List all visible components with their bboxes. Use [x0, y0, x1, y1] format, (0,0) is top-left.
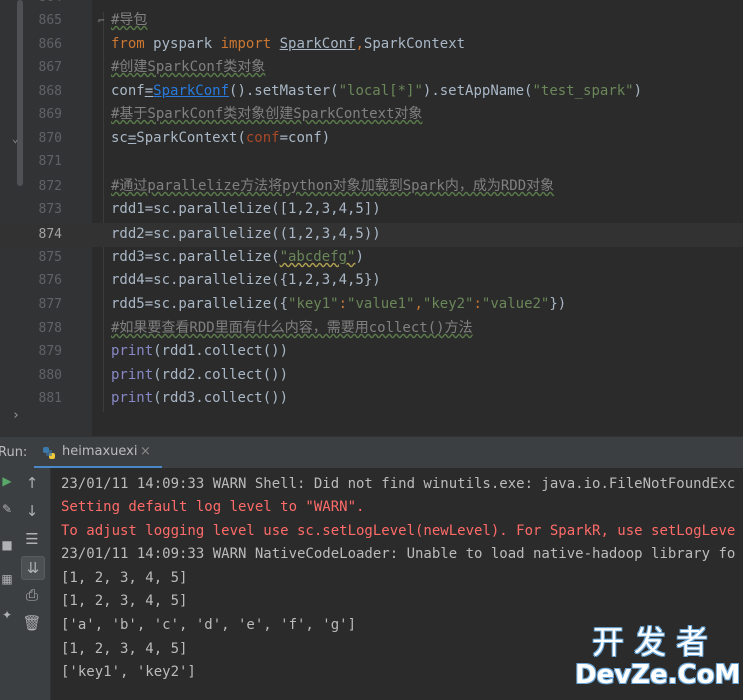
code-line-comment[interactable]: #创建SparkConf类对象 [111, 56, 265, 80]
line-number: 878 [38, 321, 62, 336]
python-file-icon [43, 447, 55, 459]
soft-wrap-icon[interactable]: ☰ [21, 528, 43, 550]
line-number: 881 [38, 391, 62, 406]
code-line-comment[interactable]: #通过parallelize方法将python对象加载到Spark内，成为RDD… [111, 175, 554, 199]
console-line: ['key1', 'key2'] [61, 664, 196, 680]
code-line-print1[interactable]: print(rdd1.collect()) [111, 340, 288, 364]
console-line: [1, 2, 3, 4, 5] [61, 593, 188, 609]
line-number: 865 [38, 13, 62, 28]
line-number: 872 [38, 179, 62, 194]
code-line-rdd2[interactable]: rdd2=sc.parallelize((1,2,3,4,5)) [111, 223, 381, 247]
line-number: 867 [38, 60, 62, 75]
code-line-print3[interactable]: print(rdd3.collect()) [111, 387, 288, 411]
run-icon[interactable]: ▶ [0, 474, 14, 488]
code-line-print2[interactable]: print(rdd2.collect()) [111, 364, 288, 388]
line-number: 873 [38, 202, 62, 217]
code-line-rdd1[interactable]: rdd1=sc.parallelize([1,2,3,4,5]) [111, 198, 381, 222]
layout-icon[interactable]: ▦ [0, 572, 14, 586]
line-number: 869 [38, 107, 62, 122]
run-console[interactable]: ▶ ✎ ■ ▦ ✦ ↑ ↓ ☰ ⇊ ⎙ 🗑 23/01/11 14:09:33 … [0, 468, 743, 700]
code-line-import[interactable]: from pyspark import SparkConf,SparkConte… [111, 33, 465, 57]
code-line-sc[interactable]: sc=SparkContext(conf=conf) [111, 127, 330, 151]
fold-collapse-icon[interactable]: ⌄ [12, 127, 19, 151]
line-number: 875 [38, 250, 62, 265]
arrow-up-icon[interactable]: ↑ [21, 472, 43, 494]
code-editor[interactable]: 864 865 ⌐ #导包 866 from pyspark import Sp… [0, 0, 743, 436]
console-line: 23/01/11 14:09:33 WARN NativeCodeLoader:… [61, 546, 736, 562]
line-number: 880 [38, 368, 62, 383]
console-line-error: To adjust logging level use sc.setLogLev… [61, 523, 736, 539]
line-number: 879 [38, 344, 62, 359]
left-tool-strip: ▶ ✎ ■ ▦ ✦ [0, 468, 14, 700]
arrow-down-icon[interactable]: ↓ [21, 500, 43, 522]
code-line-rdd4[interactable]: rdd4=sc.parallelize({1,2,3,4,5}) [111, 269, 381, 293]
wrench-icon[interactable]: ✎ [0, 502, 14, 516]
code-line-comment[interactable]: #如果要查看RDD里面有什么内容，需要用collect()方法 [111, 317, 473, 341]
fold-marker-icon[interactable]: ⌐ [98, 9, 105, 33]
line-number-current: 874 [38, 227, 62, 242]
code-line-rdd3[interactable]: rdd3=sc.parallelize("abcdefg") [111, 246, 364, 270]
console-line: ['a', 'b', 'c', 'd', 'e', 'f', 'g'] [61, 617, 357, 633]
console-toolbar: ↑ ↓ ☰ ⇊ ⎙ 🗑 [14, 468, 51, 700]
line-number: 868 [38, 84, 62, 99]
code-line-rdd5[interactable]: rdd5=sc.parallelize({"key1":"value1","ke… [111, 293, 566, 317]
run-toolbar: Run: heimaxuexi × [0, 436, 743, 469]
console-line: 23/01/11 14:09:33 WARN Shell: Did not fi… [61, 476, 736, 492]
watermark-logo: 开发者 DevZe.CoM [575, 623, 741, 690]
code-line-comment[interactable]: #导包 [111, 9, 147, 33]
code-line-conf[interactable]: conf=SparkConf().setMaster("local[*]").s… [111, 80, 642, 104]
tab-heimaxuexi[interactable]: heimaxuexi × [34, 437, 162, 469]
scroll-to-end-icon[interactable]: ⇊ [21, 556, 45, 580]
line-number: 876 [38, 273, 62, 288]
tab-label: heimaxuexi [62, 444, 138, 459]
trash-icon[interactable]: 🗑 [21, 612, 43, 634]
close-icon[interactable]: × [140, 444, 151, 459]
console-line-error: Setting default log level to "WARN". [61, 499, 365, 515]
run-label: Run: [0, 445, 28, 460]
line-number: 871 [38, 154, 62, 169]
indent-guide [103, 12, 104, 412]
sparkconf-link[interactable]: SparkConf [153, 83, 229, 99]
code-line-comment[interactable]: #基于SparkConf类对象创建SparkContext对象 [111, 103, 422, 127]
editor-scroll-thumb[interactable] [17, 0, 23, 186]
console-line: [1, 2, 3, 4, 5] [61, 570, 188, 586]
print-icon[interactable]: ⎙ [21, 584, 43, 606]
line-number: 866 [38, 37, 62, 52]
line-number: 870 [38, 131, 62, 146]
expand-panel-chevron-icon[interactable]: › [12, 408, 20, 423]
line-number: 877 [38, 297, 62, 312]
console-line: [1, 2, 3, 4, 5] [61, 641, 188, 657]
pin-icon[interactable]: ✦ [0, 608, 14, 622]
stop-icon[interactable]: ■ [0, 538, 14, 552]
